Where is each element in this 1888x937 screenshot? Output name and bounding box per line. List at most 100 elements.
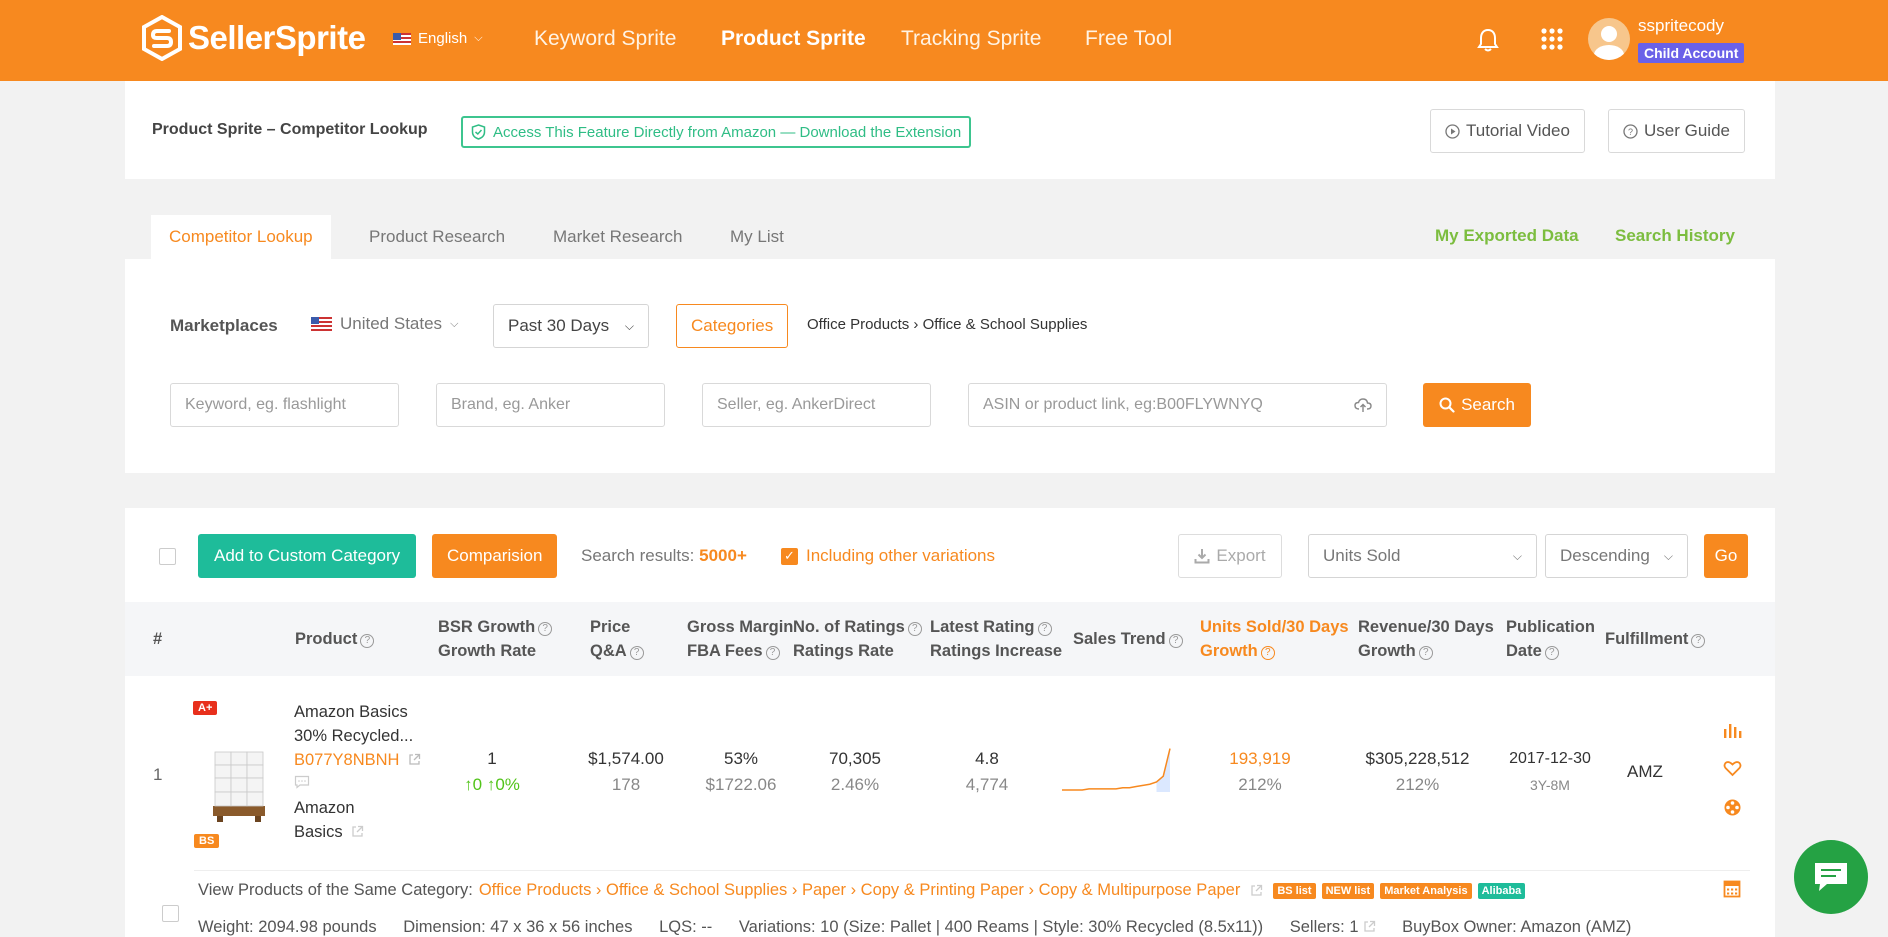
sort-order-select[interactable]: Descending ⌵ <box>1545 534 1688 578</box>
sellersprite-logo[interactable]: SellerSprite <box>140 15 366 61</box>
column-ratings[interactable]: No. of Ratings? Ratings Rate <box>793 615 922 663</box>
external-link-icon[interactable] <box>408 753 421 766</box>
product-variations[interactable]: Variations: 10 (Size: Pallet | 400 Reams… <box>739 918 1263 936</box>
help-icon[interactable]: ? <box>1418 646 1433 660</box>
external-link-icon[interactable] <box>351 825 364 838</box>
language-selector[interactable]: English ⌵ <box>393 30 483 47</box>
search-history-link[interactable]: Search History <box>1615 226 1735 246</box>
same-category-path-link[interactable]: Office Products › Office & School Suppli… <box>479 881 1241 900</box>
brand-input[interactable]: Brand, eg. Anker <box>436 383 665 427</box>
select-all-checkbox[interactable] <box>159 548 176 565</box>
search-button[interactable]: Search <box>1423 383 1531 427</box>
seller-input[interactable]: Seller, eg. AnkerDirect <box>702 383 931 427</box>
username[interactable]: sspritecody <box>1638 16 1724 36</box>
asin-input[interactable]: ASIN or product link, eg:B00FLYWNYQ <box>968 383 1387 427</box>
product-title-line-2[interactable]: 30% Recycled... <box>294 724 421 748</box>
cloud-upload-icon[interactable] <box>1354 397 1372 413</box>
column-fulfillment-label: Fulfillment <box>1605 630 1689 648</box>
include-variations-toggle[interactable]: ✓ Including other variations <box>781 546 995 566</box>
row-divider <box>194 870 1750 871</box>
comparison-button[interactable]: Comparision <box>432 534 558 578</box>
column-revenue[interactable]: Revenue/30 Days Growth? <box>1358 615 1494 663</box>
help-icon[interactable]: ? <box>629 646 644 660</box>
extension-download-banner[interactable]: Access This Feature Directly from Amazon… <box>461 116 972 148</box>
revenue-cell: $305,228,512 212% <box>1350 746 1485 798</box>
export-button[interactable]: Export <box>1178 534 1282 578</box>
help-icon[interactable]: ? <box>1260 646 1275 660</box>
help-icon[interactable]: ? <box>1037 622 1052 636</box>
tab-market-research[interactable]: Market Research <box>535 215 700 259</box>
help-icon[interactable]: ? <box>907 622 922 636</box>
tab-product-research[interactable]: Product Research <box>351 215 523 259</box>
period-select[interactable]: Past 30 Days ⌵ <box>493 304 649 348</box>
my-exported-data-link[interactable]: My Exported Data <box>1435 226 1579 246</box>
go-button[interactable]: Go <box>1704 534 1748 578</box>
column-price[interactable]: Price Q&A? <box>590 615 644 663</box>
column-fulfillment[interactable]: Fulfillment? <box>1605 627 1706 651</box>
qa-count[interactable]: 178 <box>571 772 681 798</box>
page-title: Product Sprite – Competitor Lookup <box>152 121 428 138</box>
nav-product-sprite[interactable]: Product Sprite <box>721 27 866 51</box>
keyword-input[interactable]: Keyword, eg. flashlight <box>170 383 399 427</box>
column-units-sold[interactable]: Units Sold/30 Days Growth? <box>1200 615 1349 663</box>
product-image[interactable] <box>209 744 269 824</box>
add-to-custom-category-button[interactable]: Add to Custom Category <box>198 534 417 578</box>
product-sellers-text: Sellers: 1 <box>1289 918 1359 936</box>
help-icon[interactable]: ? <box>538 622 553 636</box>
marketplaces-label: Marketplaces <box>170 316 278 335</box>
help-icon[interactable]: ? <box>765 646 780 660</box>
column-product[interactable]: Product? <box>295 627 375 651</box>
checkbox-checked-icon[interactable]: ✓ <box>781 547 798 565</box>
brand-line-1[interactable]: Amazon <box>294 796 421 820</box>
column-index: # <box>153 630 163 648</box>
tab-competitor-lookup[interactable]: Competitor Lookup <box>151 215 331 259</box>
nav-keyword-sprite[interactable]: Keyword Sprite <box>534 27 676 51</box>
column-margin[interactable]: Gross Margin FBA Fees? <box>687 615 793 663</box>
categories-button[interactable]: Categories <box>676 304 789 348</box>
product-asin-link[interactable]: B077Y8NBNH <box>294 751 399 769</box>
tutorial-video-button[interactable]: Tutorial Video <box>1430 109 1585 153</box>
column-latest-rating[interactable]: Latest Rating? Ratings Increase <box>930 615 1062 663</box>
search-label: Search <box>1461 395 1515 414</box>
help-icon[interactable]: ? <box>1691 634 1706 648</box>
help-icon[interactable]: ? <box>1544 646 1559 660</box>
tab-my-list[interactable]: My List <box>712 215 802 259</box>
sort-field-select[interactable]: Units Sold ⌵ <box>1308 534 1537 578</box>
user-guide-button[interactable]: ? User Guide <box>1608 109 1745 153</box>
help-icon[interactable]: ? <box>360 634 375 648</box>
tutorial-video-label: Tutorial Video <box>1466 121 1570 140</box>
nav-tracking-sprite[interactable]: Tracking Sprite <box>901 27 1041 51</box>
marketplace-selector[interactable]: United States ⌵ <box>311 314 458 334</box>
column-ratings-label: No. of Ratings <box>793 618 905 636</box>
revenue-growth-value: 212% <box>1395 775 1440 794</box>
nav-free-tool[interactable]: Free Tool <box>1085 27 1172 51</box>
brand-line-2[interactable]: Basics <box>294 823 343 841</box>
product-sellers[interactable]: Sellers: 1 <box>1290 918 1376 936</box>
comment-icon[interactable] <box>294 775 310 789</box>
external-link-icon[interactable] <box>1250 884 1263 897</box>
product-title-line-1[interactable]: Amazon Basics <box>294 700 421 724</box>
category-tag[interactable]: Alibaba <box>1477 882 1526 899</box>
calculator-icon[interactable] <box>1723 880 1741 898</box>
row-checkbox[interactable] <box>162 905 179 922</box>
category-tag[interactable]: BS list <box>1273 882 1316 899</box>
column-sales-trend[interactable]: Sales Trend? <box>1073 627 1183 651</box>
external-link-icon[interactable] <box>1363 920 1376 933</box>
heart-icon[interactable] <box>1723 760 1742 777</box>
apps-grid-icon[interactable] <box>1540 27 1564 51</box>
column-bsr[interactable]: BSR Growth? Growth Rate <box>438 615 553 663</box>
live-chat-button[interactable] <box>1794 840 1868 914</box>
user-avatar[interactable] <box>1588 18 1630 60</box>
help-icon[interactable]: ? <box>1168 634 1183 648</box>
sales-trend-sparkline[interactable] <box>1060 744 1172 794</box>
category-tag[interactable]: NEW list <box>1321 882 1375 899</box>
bsr-cell: 1 ↑0 ↑0% <box>453 746 531 798</box>
extension-banner-text: Access This Feature Directly from Amazon… <box>493 123 962 141</box>
chevron-down-icon: ⌵ <box>1512 548 1522 563</box>
bar-chart-icon[interactable] <box>1723 722 1742 739</box>
related-products-icon[interactable] <box>1723 798 1742 817</box>
bell-icon[interactable] <box>1477 27 1499 53</box>
results-panel: Add to Custom Category Comparision Searc… <box>125 508 1775 937</box>
column-publication-date[interactable]: Publication Date? <box>1506 615 1595 663</box>
category-tag[interactable]: Market Analysis <box>1380 882 1472 899</box>
